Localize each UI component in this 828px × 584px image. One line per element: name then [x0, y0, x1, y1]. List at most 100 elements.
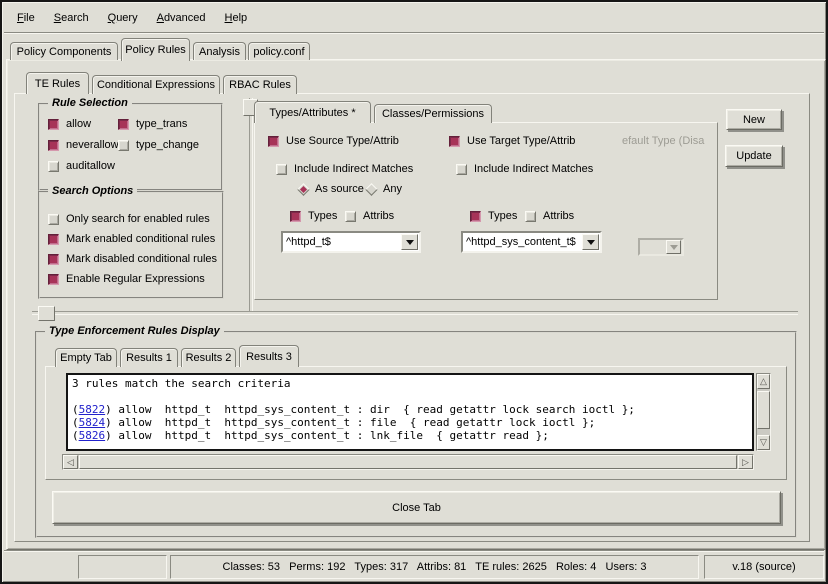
tab-conditional-expressions[interactable]: Conditional Expressions	[92, 75, 220, 94]
new-button[interactable]: New	[726, 109, 782, 130]
checkbox-target-types[interactable]: Types	[470, 209, 517, 223]
vertical-pane-sash[interactable]	[249, 98, 253, 311]
horizontal-scrollbar-thumb[interactable]	[79, 455, 737, 469]
tab-results-1[interactable]: Results 1	[120, 348, 178, 367]
source-type-combobox[interactable]: ^httpd_t$	[281, 231, 421, 253]
rule-line: (5824) allow httpd_t httpd_sys_content_t…	[72, 416, 748, 429]
tab-policy-conf[interactable]: policy.conf	[248, 42, 310, 60]
chevron-down-icon	[587, 240, 595, 245]
checkbox-source-types[interactable]: Types	[290, 209, 337, 223]
tab-classes-permissions[interactable]: Classes/Permissions	[374, 104, 492, 123]
menu-advanced[interactable]: Advanced	[154, 10, 209, 26]
chevron-down-icon	[670, 245, 678, 250]
results-text-area[interactable]: 3 rules match the search criteria (5822)…	[66, 373, 754, 451]
checkbox-mark-enabled-conditional[interactable]: Mark enabled conditional rules	[48, 232, 215, 246]
dropdown-button[interactable]	[582, 234, 599, 250]
scroll-right-button[interactable]: ▷	[738, 455, 753, 469]
checkbox-indicator	[48, 254, 59, 265]
menu-file[interactable]: File	[14, 10, 38, 26]
radio-any[interactable]: Any	[367, 182, 402, 196]
checkbox-type-trans[interactable]: type_trans	[118, 117, 187, 131]
combobox-value: ^httpd_t$	[283, 236, 401, 248]
rule-paren-open: (	[72, 416, 79, 429]
tab-types-attributes[interactable]: Types/Attributes *	[254, 101, 371, 123]
rule-text: allow httpd_t httpd_sys_content_t : dir …	[118, 403, 635, 416]
checkbox-enable-regex[interactable]: Enable Regular Expressions	[48, 272, 205, 286]
checkbox-label: Include Indirect Matches	[474, 163, 593, 175]
status-empty-panel	[78, 555, 167, 579]
tab-analysis[interactable]: Analysis	[193, 42, 246, 60]
menu-help[interactable]: Help	[222, 10, 251, 26]
checkbox-source-indirect-matches[interactable]: Include Indirect Matches	[276, 162, 413, 176]
rule-id-link[interactable]: 5822	[79, 403, 106, 416]
tab-results-2[interactable]: Results 2	[181, 348, 236, 367]
checkbox-allow[interactable]: allow	[48, 117, 91, 131]
horizontal-pane-sash[interactable]	[32, 311, 798, 315]
checkbox-indicator	[48, 274, 59, 285]
horizontal-sash-handle[interactable]	[38, 306, 55, 321]
checkbox-mark-disabled-conditional[interactable]: Mark disabled conditional rules	[48, 252, 217, 266]
tab-policy-rules[interactable]: Policy Rules	[121, 38, 190, 61]
checkbox-indicator	[48, 214, 59, 225]
vertical-scrollbar-track[interactable]	[757, 389, 770, 435]
scroll-down-button[interactable]: ▽	[757, 435, 770, 450]
default-type-combobox	[638, 238, 684, 256]
triangle-up-icon: △	[760, 376, 767, 387]
checkbox-label: Only search for enabled rules	[66, 213, 210, 225]
checkbox-label: Enable Regular Expressions	[66, 273, 205, 285]
triangle-left-icon: ◁	[67, 457, 74, 468]
checkbox-label: Use Source Type/Attrib	[286, 135, 399, 147]
results-horizontal-scrollbar[interactable]: ◁ ▷	[62, 454, 754, 470]
checkbox-indicator	[345, 211, 356, 222]
update-button[interactable]: Update	[725, 145, 783, 167]
rule-id-link[interactable]: 5824	[79, 416, 106, 429]
rule-paren-open: (	[72, 403, 79, 416]
checkbox-label: neverallow	[66, 139, 119, 151]
scroll-left-button[interactable]: ◁	[63, 455, 78, 469]
statusbar-separator	[4, 550, 824, 552]
vertical-scrollbar-thumb[interactable]	[757, 391, 770, 429]
menu-query[interactable]: Query	[105, 10, 141, 26]
checkbox-indicator	[456, 164, 467, 175]
checkbox-indicator	[118, 140, 129, 151]
close-tab-button[interactable]: Close Tab	[52, 491, 781, 524]
checkbox-use-source-type[interactable]: Use Source Type/Attrib	[268, 134, 399, 148]
checkbox-indicator	[268, 136, 279, 147]
target-type-combobox[interactable]: ^httpd_sys_content_t$	[461, 231, 602, 253]
checkbox-neverallow[interactable]: neverallow	[48, 138, 119, 152]
combobox-value: ^httpd_sys_content_t$	[463, 236, 582, 248]
rule-paren-close: )	[105, 403, 118, 416]
rule-line: (5826) allow httpd_t httpd_sys_content_t…	[72, 429, 748, 442]
dropdown-button[interactable]	[401, 234, 418, 250]
results-vertical-scrollbar[interactable]: △ ▽	[756, 373, 771, 451]
checkbox-label: Mark disabled conditional rules	[66, 253, 217, 265]
rule-id-link[interactable]: 5826	[79, 429, 106, 442]
checkbox-indicator	[290, 211, 301, 222]
horizontal-scrollbar-track[interactable]	[78, 455, 738, 469]
tab-policy-components[interactable]: Policy Components	[10, 42, 118, 60]
scroll-up-button[interactable]: △	[757, 374, 770, 389]
tab-rbac-rules[interactable]: RBAC Rules	[223, 75, 297, 94]
menu-search[interactable]: Search	[51, 10, 92, 26]
menu-bar: File Search Query Advanced Help	[4, 4, 824, 32]
radio-as-source[interactable]: As source	[299, 182, 364, 196]
checkbox-indicator	[48, 140, 59, 151]
checkbox-target-indirect-matches[interactable]: Include Indirect Matches	[456, 162, 593, 176]
checkbox-indicator	[525, 211, 536, 222]
checkbox-use-target-type[interactable]: Use Target Type/Attrib	[449, 134, 575, 148]
checkbox-label: Types	[308, 210, 337, 222]
menu-separator	[4, 32, 824, 34]
default-type-label: efault Type (Disa	[622, 135, 714, 147]
checkbox-auditallow[interactable]: auditallow	[48, 159, 115, 173]
checkbox-label: Attribs	[543, 210, 574, 222]
tab-te-rules[interactable]: TE Rules	[26, 72, 89, 94]
dropdown-button	[666, 240, 681, 254]
checkbox-source-attribs[interactable]: Attribs	[345, 209, 394, 223]
checkbox-target-attribs[interactable]: Attribs	[525, 209, 574, 223]
rule-text: allow httpd_t httpd_sys_content_t : lnk_…	[118, 429, 548, 442]
checkbox-label: allow	[66, 118, 91, 130]
checkbox-only-enabled-rules[interactable]: Only search for enabled rules	[48, 212, 210, 226]
tab-results-3[interactable]: Results 3	[239, 345, 299, 367]
checkbox-type-change[interactable]: type_change	[118, 138, 199, 152]
tab-empty[interactable]: Empty Tab	[55, 348, 117, 367]
